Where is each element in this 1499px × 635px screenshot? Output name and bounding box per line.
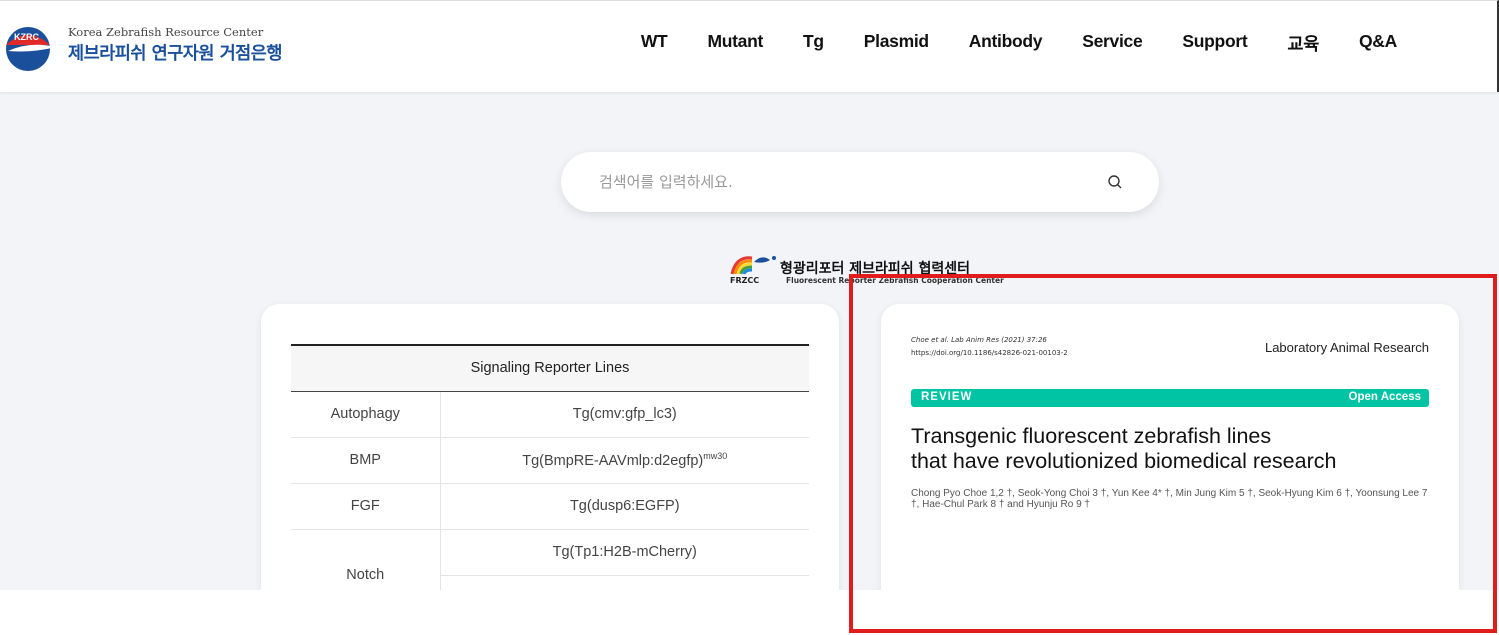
nav-tg[interactable]: Tg	[803, 31, 824, 56]
table-row: BMP Tg(BmpRE-AAVmlp:d2egfp)mw30	[291, 437, 809, 484]
table-cell-line-empty[interactable]	[440, 575, 809, 590]
table-cell-line[interactable]: Tg(dusp6:EGFP)	[440, 483, 809, 530]
line-name: Tg(cmv:gfp_lc3)	[572, 406, 677, 422]
table-cell-line[interactable]: Tg(cmv:gfp_lc3)	[440, 391, 809, 438]
table-cell-category: Autophagy	[291, 391, 441, 438]
table-row: Autophagy Tg(cmv:gfp_lc3)	[291, 391, 809, 438]
site-header: KZRC Korea Zebrafish Resource Center 제브라…	[0, 0, 1499, 92]
nav-support[interactable]: Support	[1182, 31, 1247, 56]
nav-service[interactable]: Service	[1082, 31, 1142, 56]
partner-english-name: Fluorescent Reporter Zebrafish Cooperati…	[786, 276, 1004, 285]
nav-antibody[interactable]: Antibody	[969, 31, 1043, 56]
paper-type-bar: REVIEW Open Access	[911, 389, 1429, 407]
line-allele-superscript: mw30	[703, 451, 728, 462]
paper-review-label: REVIEW	[921, 391, 973, 403]
paper-preview-card[interactable]: Choe et al. Lab Anim Res (2021) 37:26 ht…	[881, 304, 1459, 590]
reporter-lines-table: Signaling Reporter Lines Autophagy Tg(cm…	[291, 344, 809, 590]
partner-abbreviation: FRZCC	[730, 276, 760, 285]
viewport: KZRC Korea Zebrafish Resource Center 제브라…	[0, 0, 1499, 635]
kzrc-logo-icon: KZRC	[6, 27, 56, 71]
paper-doi: https://doi.org/10.1186/s42826-021-00103…	[911, 349, 1068, 357]
line-name: Tg(Tp1:H2B-mCherry)	[552, 544, 697, 560]
line-name: Tg(dusp6:EGFP)	[569, 498, 680, 514]
paper-citation: Choe et al. Lab Anim Res (2021) 37:26	[911, 336, 1047, 344]
logo-korean-name: 제브라피쉬 연구자원 거점은행	[68, 44, 282, 64]
partner-korean-name: 형광리포터 제브라피쉬 협력센터	[780, 261, 971, 277]
paper-title: Transgenic fluorescent zebrafish lines t…	[911, 424, 1429, 474]
paper-journal: Laboratory Animal Research	[1264, 340, 1429, 355]
search-icon[interactable]	[1107, 174, 1123, 190]
table-cell-category: FGF	[291, 483, 441, 530]
table-cell-category: BMP	[291, 437, 441, 484]
nav-wt[interactable]: WT	[641, 31, 668, 56]
logo-english-name: Korea Zebrafish Resource Center	[68, 25, 264, 39]
reporter-lines-card: Signaling Reporter Lines Autophagy Tg(cm…	[261, 304, 839, 590]
table-cell-category: Notch	[291, 529, 441, 590]
table-row: FGF Tg(dusp6:EGFP)	[291, 483, 809, 530]
partner-center-logo[interactable]: 형광리포터 제브라피쉬 협력센터 FRZCC Fluorescent Repor…	[730, 252, 1010, 288]
nav-plasmid[interactable]: Plasmid	[864, 31, 929, 56]
page: KZRC Korea Zebrafish Resource Center 제브라…	[0, 0, 1499, 590]
paper-authors: Chong Pyo Choe 1,2 †, Seok-Yong Choi 3 †…	[911, 488, 1428, 510]
search-input[interactable]	[599, 170, 1079, 194]
search-box	[561, 152, 1159, 212]
nav-qna[interactable]: Q&A	[1359, 31, 1397, 56]
nav-mutant[interactable]: Mutant	[707, 31, 763, 56]
table-row: Notch Tg(Tp1:H2B-mCherry)	[291, 529, 809, 590]
logo-badge-text: KZRC	[14, 32, 39, 42]
paper-open-access-label: Open Access	[1348, 391, 1421, 403]
table-cell-line[interactable]: Tg(BmpRE-AAVmlp:d2egfp)mw30	[440, 437, 809, 484]
line-name: Tg(BmpRE-AAVmlp:d2egfp)	[522, 452, 704, 469]
table-cell-line[interactable]: Tg(Tp1:H2B-mCherry)	[440, 529, 809, 576]
nav-education[interactable]: 교육	[1287, 31, 1319, 56]
table-header: Signaling Reporter Lines	[291, 344, 809, 392]
paper-title-line: that have revolutionized biomedical rese…	[911, 449, 1337, 473]
main-nav: WT Mutant Tg Plasmid Antibody Service Su…	[601, 31, 1397, 56]
paper-title-line: Transgenic fluorescent zebrafish lines	[911, 424, 1272, 448]
site-logo[interactable]: KZRC Korea Zebrafish Resource Center 제브라…	[2, 19, 292, 73]
